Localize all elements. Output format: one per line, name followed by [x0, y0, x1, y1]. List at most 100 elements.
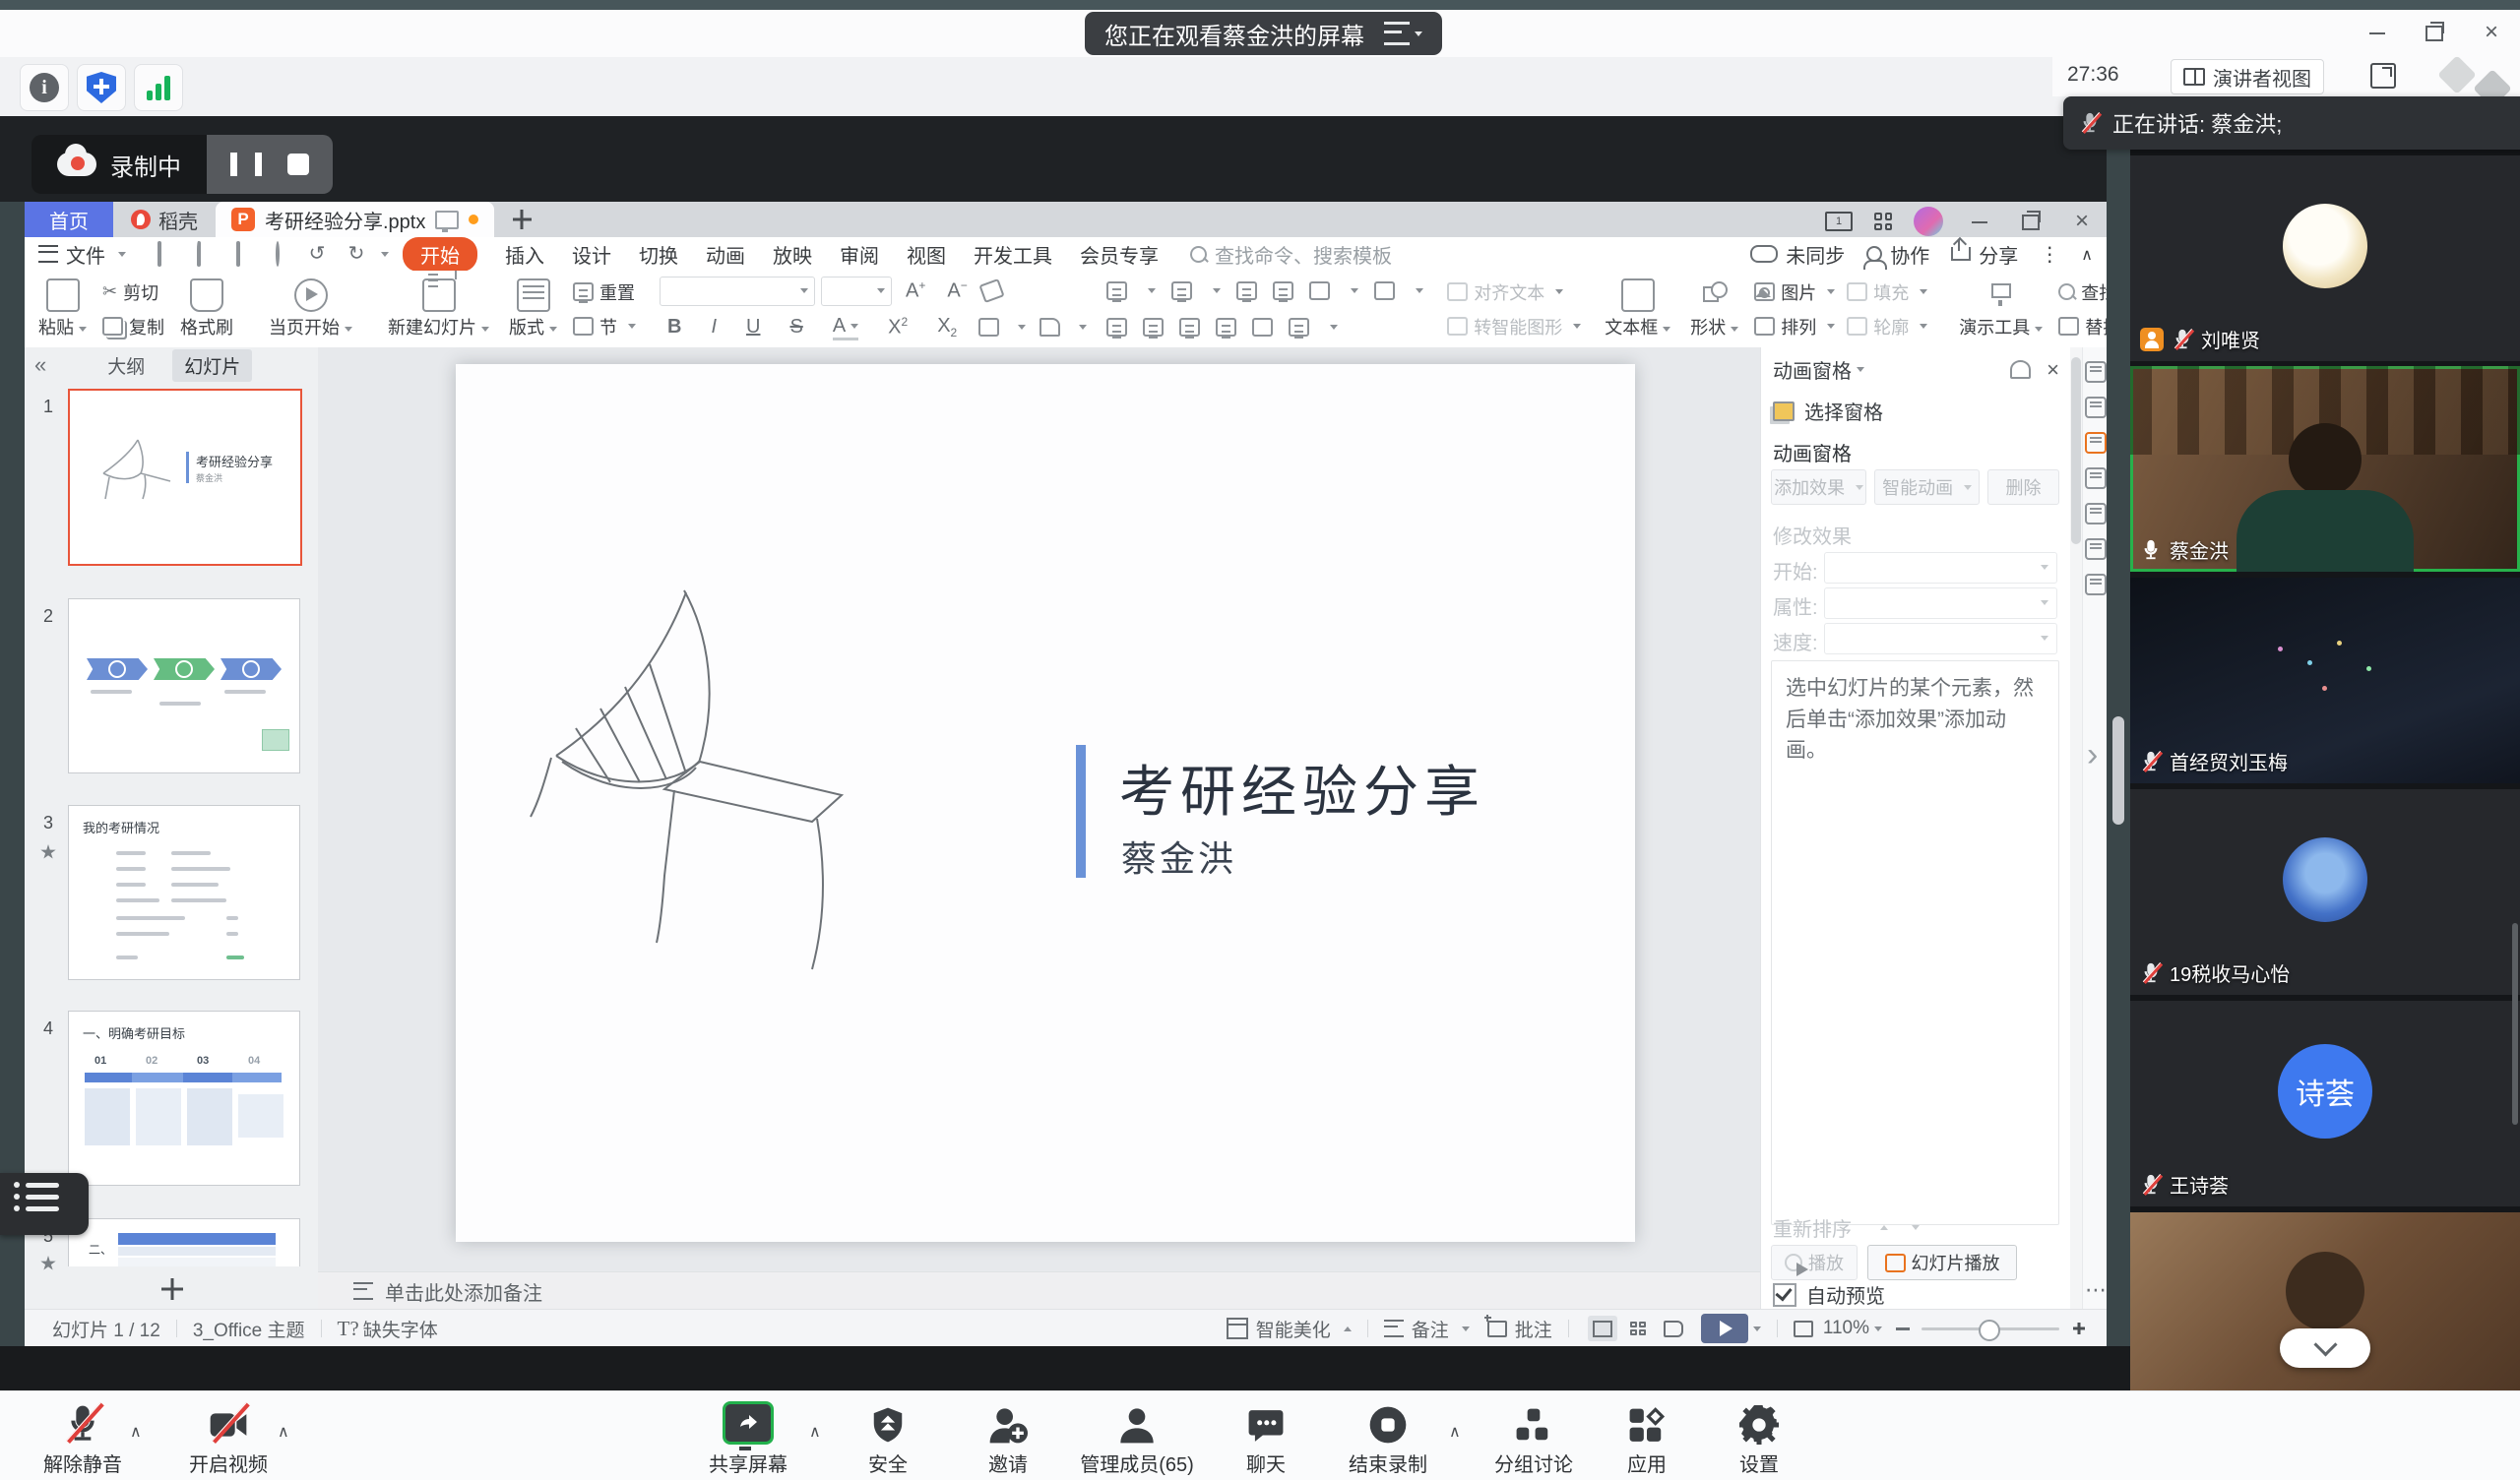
zoom-level[interactable]: 110%: [1823, 1318, 1869, 1339]
expand-panel-icon[interactable]: [2087, 736, 2098, 774]
pause-recording-button[interactable]: [230, 153, 262, 176]
properties-panel-icon[interactable]: [2085, 361, 2107, 383]
fill-button[interactable]: 填充: [1843, 278, 1931, 306]
fit-slide-icon[interactable]: [1794, 1321, 1813, 1337]
comments-panel-icon[interactable]: [2085, 467, 2107, 489]
current-slide[interactable]: 考研经验分享 蔡金洪: [456, 364, 1635, 1242]
notes-bar[interactable]: 单击此处添加备注: [318, 1271, 1796, 1310]
strikethrough-button[interactable]: S: [789, 316, 802, 339]
speed-select[interactable]: [1824, 623, 2057, 654]
meeting-info-button[interactable]: i: [20, 64, 69, 111]
align-right-icon[interactable]: [1179, 318, 1200, 337]
menu-start-active[interactable]: 开始: [403, 237, 477, 272]
auto-preview-checkbox[interactable]: [1773, 1283, 1796, 1307]
tab-docer[interactable]: 稻壳: [113, 202, 216, 237]
justify-icon[interactable]: [1216, 318, 1236, 337]
number-list-icon[interactable]: [1171, 281, 1192, 300]
slide-thumbnail-1[interactable]: 考研经验分享 蔡金洪: [68, 389, 302, 566]
network-status-button[interactable]: [134, 64, 183, 111]
select-pane-button[interactable]: 选择窗格: [1773, 397, 1883, 425]
paste-button[interactable]: 粘贴: [31, 275, 94, 343]
format-painter-button[interactable]: 格式刷: [172, 275, 241, 343]
slideshow-play-button[interactable]: [1701, 1314, 1748, 1343]
textbox-button[interactable]: 文本框: [1597, 275, 1678, 343]
redo-button[interactable]: [344, 243, 369, 265]
sync-status-button[interactable]: 未同步: [1750, 240, 1845, 269]
delete-effect-button[interactable]: 删除: [1987, 469, 2059, 505]
help-panel-icon[interactable]: [2085, 503, 2107, 524]
menu-design[interactable]: 设计: [572, 240, 611, 269]
smart-animation-button[interactable]: 智能动画: [1874, 469, 1980, 505]
cut-button[interactable]: 剪切: [98, 278, 168, 306]
to-smart-graphic-button[interactable]: 转智能图形: [1443, 313, 1585, 340]
panel-scrollbar-handle[interactable]: [2112, 716, 2124, 825]
start-select[interactable]: [1824, 552, 2057, 584]
participant-tile[interactable]: 首经贸刘玉梅: [2130, 578, 2520, 783]
text-direction-icon[interactable]: [1309, 281, 1330, 300]
italic-button[interactable]: I: [711, 316, 717, 339]
zoom-knob[interactable]: [1979, 1320, 2000, 1341]
slide-thumbnail-3[interactable]: 我的考研情况: [68, 805, 300, 980]
bullet-list-icon[interactable]: [1106, 281, 1127, 300]
comments-button[interactable]: 批注: [1487, 1316, 1552, 1342]
copy-button[interactable]: 复制: [98, 313, 168, 340]
video-options-chevron[interactable]: [278, 1421, 289, 1442]
collaborate-button[interactable]: 协作: [1866, 240, 1929, 269]
account-avatar[interactable]: [1914, 207, 1943, 236]
play-from-page-button[interactable]: 当页开始: [261, 275, 360, 343]
collapse-panel-icon[interactable]: [34, 352, 46, 378]
add-slide-button[interactable]: [158, 1275, 186, 1303]
resource-panel-icon[interactable]: [2085, 574, 2107, 595]
switch-window-icon[interactable]: 1: [1825, 212, 1853, 231]
superscript-button[interactable]: X2: [888, 315, 908, 339]
arrange-button[interactable]: 排列: [1750, 313, 1839, 340]
tab-document[interactable]: P 考研经验分享.pptx: [216, 202, 494, 237]
move-down-icon[interactable]: [1912, 1225, 1920, 1230]
pane-scrollbar-thumb[interactable]: [2071, 357, 2081, 544]
decrease-font-button[interactable]: A−: [947, 278, 967, 303]
tab-slides[interactable]: 幻灯片: [172, 349, 252, 382]
align-left-icon[interactable]: [1106, 318, 1127, 337]
slide-play-button[interactable]: 幻灯片播放: [1867, 1245, 2017, 1280]
pin-icon[interactable]: [2010, 360, 2031, 379]
audio-options-chevron[interactable]: [130, 1421, 142, 1442]
workspace-grid-icon[interactable]: [1874, 213, 1892, 230]
wps-restore-button[interactable]: [2016, 209, 2046, 234]
theme-name[interactable]: 3_Office 主题: [193, 1316, 305, 1342]
present-tools-button[interactable]: 演示工具: [1951, 275, 2050, 343]
notes-toggle-button[interactable]: 备注: [1384, 1316, 1470, 1342]
minimize-button[interactable]: [2362, 20, 2392, 45]
align-center-icon[interactable]: [1143, 318, 1164, 337]
annotation-toolbar-handle[interactable]: [0, 1173, 89, 1235]
share-button[interactable]: 分享: [1951, 240, 2018, 269]
play-options-icon[interactable]: [1753, 1326, 1761, 1331]
save-button[interactable]: [147, 243, 172, 265]
menu-devtools[interactable]: 开发工具: [974, 240, 1052, 269]
quickbar-more-icon[interactable]: [381, 252, 389, 257]
replace-button[interactable]: 替换: [2054, 313, 2107, 340]
stop-record-button[interactable]: 结束录制: [1304, 1401, 1472, 1477]
close-button[interactable]: ×: [2477, 20, 2506, 45]
zoom-in-button[interactable]: [2071, 1321, 2087, 1336]
distribute-icon[interactable]: [1252, 318, 1273, 337]
slide-thumbnail-5[interactable]: 二、: [68, 1218, 300, 1266]
font-size-select[interactable]: [821, 277, 892, 306]
menu-member[interactable]: 会员专享: [1080, 240, 1159, 269]
wps-minimize-button[interactable]: [1965, 209, 1994, 234]
menu-file[interactable]: 文件: [25, 240, 140, 269]
wps-close-button[interactable]: ×: [2067, 209, 2097, 234]
sidebar-more-icon[interactable]: [2085, 1277, 2107, 1303]
property-select[interactable]: [1824, 587, 2057, 619]
reset-button[interactable]: 重置: [569, 278, 640, 306]
section-button[interactable]: 节: [569, 313, 640, 340]
play-effect-button[interactable]: 播放: [1771, 1245, 1858, 1280]
animation-panel-icon[interactable]: [2085, 432, 2107, 454]
zoom-slider[interactable]: [1922, 1327, 2059, 1330]
tab-home[interactable]: 首页: [25, 202, 113, 237]
menu-insert[interactable]: 插入: [505, 240, 544, 269]
participant-tile[interactable]: 19税收马心怡: [2130, 789, 2520, 995]
sorter-view-button[interactable]: [1623, 1316, 1653, 1341]
banner-menu-button[interactable]: [1384, 22, 1422, 45]
print-button[interactable]: [225, 243, 251, 265]
scroll-participants-down-button[interactable]: [2280, 1328, 2370, 1368]
